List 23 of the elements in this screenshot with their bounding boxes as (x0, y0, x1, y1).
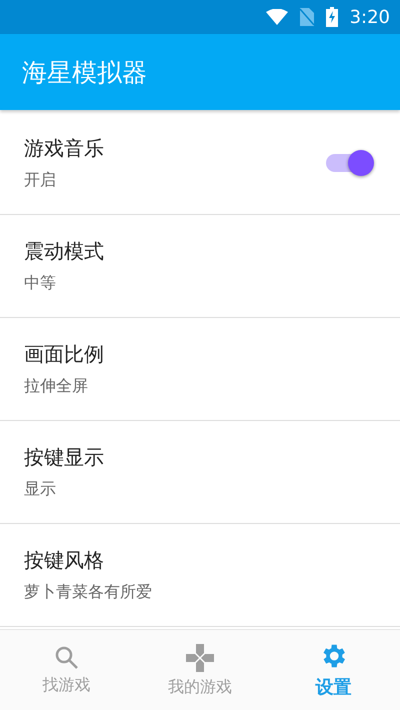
setting-row[interactable]: 游戏音乐 开启 (0, 112, 400, 215)
setting-row[interactable]: 画面比例 拉伸全屏 (0, 318, 400, 421)
setting-summary: 拉伸全屏 (24, 376, 89, 397)
battery-charging-icon (326, 7, 338, 27)
setting-title: 画面比例 (24, 341, 105, 368)
setting-title: 震动模式 (24, 238, 105, 265)
setting-title: 按键风格 (24, 547, 105, 574)
search-icon (54, 644, 80, 670)
wifi-icon (266, 9, 288, 25)
gamepad-icon (184, 642, 215, 672)
status-time: 3:20 (350, 6, 390, 28)
setting-summary: 显示 (24, 479, 57, 500)
setting-row[interactable]: 按键显示 显示 (0, 421, 400, 524)
setting-summary: 萝卜青菜各有所爱 (24, 582, 153, 603)
app-title: 海星模拟器 (22, 56, 147, 88)
setting-title: 游戏音乐 (24, 135, 105, 162)
setting-row[interactable]: 震动模式 中等 (0, 215, 400, 318)
toggle-switch[interactable] (326, 149, 372, 177)
setting-title: 按键显示 (24, 444, 105, 471)
setting-summary: 开启 (24, 170, 57, 191)
no-sim-icon (300, 8, 314, 26)
setting-row[interactable]: 按键风格 萝卜青菜各有所爱 (0, 524, 400, 627)
setting-summary: 中等 (24, 273, 57, 294)
